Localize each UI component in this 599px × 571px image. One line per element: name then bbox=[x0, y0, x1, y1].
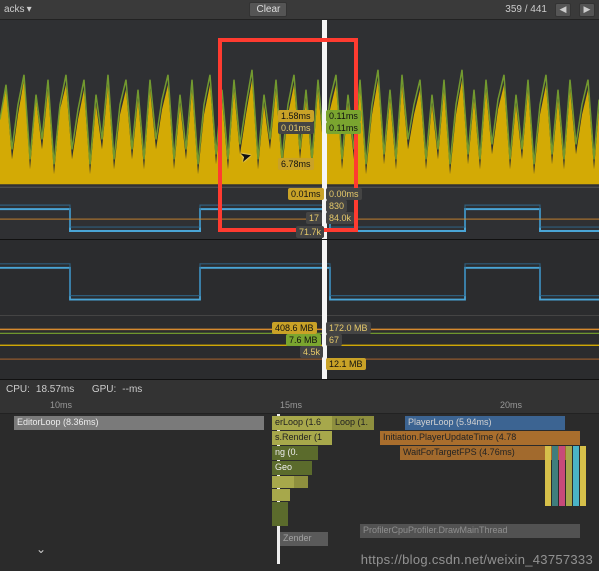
mem-label: 7.6 MB bbox=[286, 334, 321, 346]
track-bar[interactable]: ng (0. bbox=[272, 446, 318, 460]
track-bar[interactable] bbox=[272, 476, 294, 488]
mem-label: 4.5k bbox=[300, 346, 323, 358]
track-bar[interactable] bbox=[559, 446, 565, 506]
track-bar[interactable]: s.Render (1 bbox=[272, 431, 332, 445]
track-bar[interactable]: erLoop (1.6 bbox=[272, 416, 332, 430]
next-frame-button[interactable]: ▶ bbox=[579, 3, 595, 17]
track-bar[interactable]: Zender bbox=[280, 532, 328, 546]
tooltip-value: 0.01ms bbox=[278, 122, 314, 134]
memory-chart-svg bbox=[0, 240, 599, 379]
tooltip-value: 0.01ms bbox=[288, 188, 324, 200]
cpu-usage-chart[interactable]: ➤ 1.58ms 0.11ms 0.01ms 0.11ms 6.78ms 0.0… bbox=[0, 20, 599, 240]
ruler-tick: 10ms bbox=[50, 400, 72, 410]
track-bar[interactable] bbox=[566, 446, 572, 506]
track-bar[interactable] bbox=[580, 446, 586, 506]
track-bar[interactable]: Initiation.PlayerUpdateTime (4.78 bbox=[380, 431, 580, 445]
mem-label: 408.6 MB bbox=[272, 322, 317, 334]
tooltip-value: 0.11ms bbox=[326, 122, 361, 134]
time-ruler: 10ms 15ms 20ms bbox=[0, 398, 599, 414]
track-bar[interactable]: ProfilerCpuProfiler.DrawMainThread bbox=[360, 524, 580, 538]
gpu-label: GPU: bbox=[92, 384, 116, 395]
ruler-tick: 20ms bbox=[500, 400, 522, 410]
mem-label: 67 bbox=[326, 334, 342, 346]
tooltip-value: 71.7k bbox=[296, 226, 324, 238]
track-bar[interactable] bbox=[552, 446, 558, 506]
mem-label: 12.1 MB bbox=[326, 358, 366, 370]
track-bar[interactable] bbox=[545, 446, 551, 506]
chevron-down-icon: ▾ bbox=[27, 4, 32, 15]
track-bar[interactable]: Loop (1. bbox=[332, 416, 374, 430]
expand-thread-icon[interactable]: ⌄ bbox=[36, 542, 46, 556]
ruler-tick: 15ms bbox=[280, 400, 302, 410]
tooltip-value: 0.00ms bbox=[326, 188, 362, 200]
tooltip-value: 0.11ms bbox=[326, 110, 361, 122]
profiler-mode-dropdown[interactable]: acks ▾ bbox=[4, 4, 32, 15]
tooltip-value: 84.0k bbox=[326, 212, 354, 224]
track-bar[interactable] bbox=[272, 489, 290, 501]
dropdown-label: acks bbox=[4, 4, 25, 15]
tooltip-value: 830 bbox=[326, 200, 347, 212]
toolbar: acks ▾ Clear 359 / 441 ◀ ▶ bbox=[0, 0, 599, 20]
track-bar[interactable] bbox=[272, 502, 288, 526]
frame-counter: 359 / 441 bbox=[505, 4, 547, 15]
stats-row: CPU: 18.57ms GPU: --ms bbox=[0, 380, 599, 398]
gpu-value: --ms bbox=[122, 384, 142, 395]
timeline-tracks: EditorLoop (8.36ms) erLoop (1.6 Loop (1.… bbox=[0, 414, 599, 564]
track-bar[interactable]: EditorLoop (8.36ms) bbox=[14, 416, 264, 430]
track-bar[interactable]: PlayerLoop (5.94ms) bbox=[405, 416, 565, 430]
track-bar[interactable]: Geo bbox=[272, 461, 312, 475]
memory-chart[interactable]: 408.6 MB 172.0 MB 7.6 MB 67 4.5k 12.1 MB bbox=[0, 240, 599, 380]
tooltip-value: 6.78ms bbox=[278, 158, 314, 170]
cpu-label: CPU: bbox=[6, 384, 30, 395]
mem-label: 172.0 MB bbox=[326, 322, 371, 334]
clear-button[interactable]: Clear bbox=[249, 2, 287, 17]
cpu-value: 18.57ms bbox=[36, 384, 74, 395]
tooltip-value: 17 bbox=[306, 212, 322, 224]
prev-frame-button[interactable]: ◀ bbox=[555, 3, 571, 17]
track-bar[interactable] bbox=[573, 446, 579, 506]
timeline-panel[interactable]: 10ms 15ms 20ms EditorLoop (8.36ms) erLoo… bbox=[0, 398, 599, 568]
tooltip-value: 1.58ms bbox=[278, 110, 314, 122]
track-bar[interactable] bbox=[294, 476, 308, 488]
